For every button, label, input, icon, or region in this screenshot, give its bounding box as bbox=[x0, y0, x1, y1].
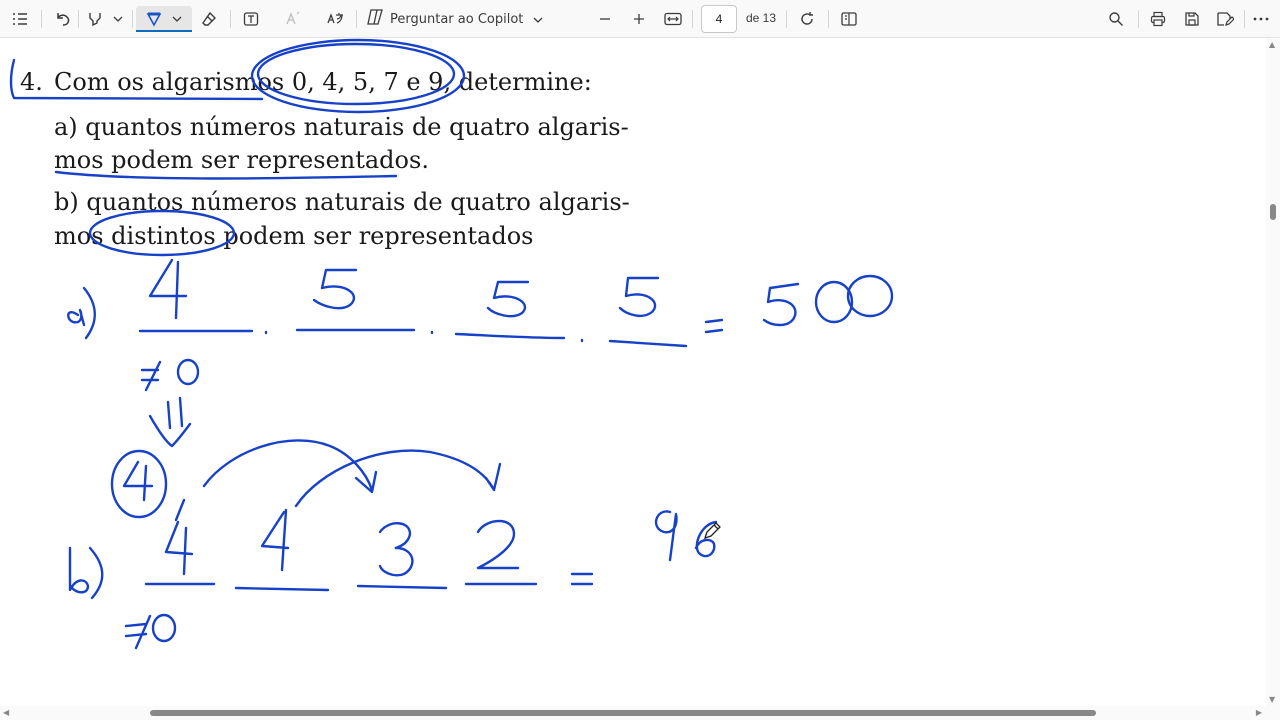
ink-arrow-1 bbox=[202, 439, 378, 494]
ink-digit-4-b2 bbox=[260, 508, 290, 572]
ink-answer-5 bbox=[762, 282, 800, 327]
ink-label-b bbox=[68, 546, 90, 594]
ink-digit-5-a1 bbox=[312, 268, 358, 310]
ink-circle-digits bbox=[250, 38, 466, 114]
scroll-up-icon[interactable]: ▲ bbox=[1269, 40, 1275, 49]
ink-blank-4 bbox=[608, 339, 688, 348]
horizontal-scroll-thumb[interactable] bbox=[150, 710, 1096, 716]
ink-digit-4-a bbox=[148, 258, 188, 320]
ink-blank-b3 bbox=[356, 584, 448, 590]
ink-label-a bbox=[67, 308, 86, 327]
ink-digit-5-a2 bbox=[486, 280, 530, 318]
ink-equals-b bbox=[570, 572, 594, 586]
vertical-scroll-thumb[interactable] bbox=[1270, 204, 1276, 220]
scroll-left-icon[interactable]: ◀ bbox=[3, 708, 9, 717]
ink-circled-4 bbox=[122, 460, 154, 502]
ink-circle-digits-2 bbox=[256, 42, 456, 106]
ink-digit-3-b bbox=[378, 522, 414, 577]
ink-paren-a bbox=[82, 286, 96, 340]
vertical-scrollbar[interactable]: ▲ ▼ bbox=[1266, 38, 1280, 706]
ink-neq-zero-b bbox=[151, 613, 177, 643]
ink-annotations bbox=[9, 38, 894, 650]
ink-digit-2-b bbox=[476, 519, 520, 570]
ink-blank-3 bbox=[454, 332, 566, 340]
scroll-down-icon[interactable]: ▼ bbox=[1269, 695, 1275, 704]
ink-neq-zero-a bbox=[176, 358, 200, 386]
ink-arrow-down bbox=[148, 396, 192, 448]
ink-answer-0-1 bbox=[814, 280, 854, 324]
ink-answer-0-2 bbox=[846, 274, 894, 318]
ink-digit-5-a3 bbox=[618, 276, 660, 318]
ink-bracket-stroke bbox=[9, 58, 264, 101]
ink-digit-4-b1 bbox=[164, 498, 194, 576]
ink-neq-a bbox=[140, 360, 162, 392]
ink-blank-b2 bbox=[234, 586, 330, 592]
ink-paren-b bbox=[88, 546, 104, 600]
horizontal-scrollbar[interactable]: ◀ ▶ bbox=[0, 706, 1280, 720]
ink-arrow-2 bbox=[294, 449, 502, 508]
ink-neq-b bbox=[124, 614, 152, 650]
scroll-right-icon[interactable]: ▶ bbox=[1256, 708, 1262, 717]
ink-equals-a bbox=[704, 318, 724, 334]
pen-cursor-icon bbox=[703, 520, 723, 544]
ink-underline-a bbox=[54, 170, 398, 180]
ink-answer-9 bbox=[654, 510, 678, 562]
ink-circle-distintos bbox=[88, 209, 236, 257]
ink-circle-4 bbox=[110, 449, 168, 519]
